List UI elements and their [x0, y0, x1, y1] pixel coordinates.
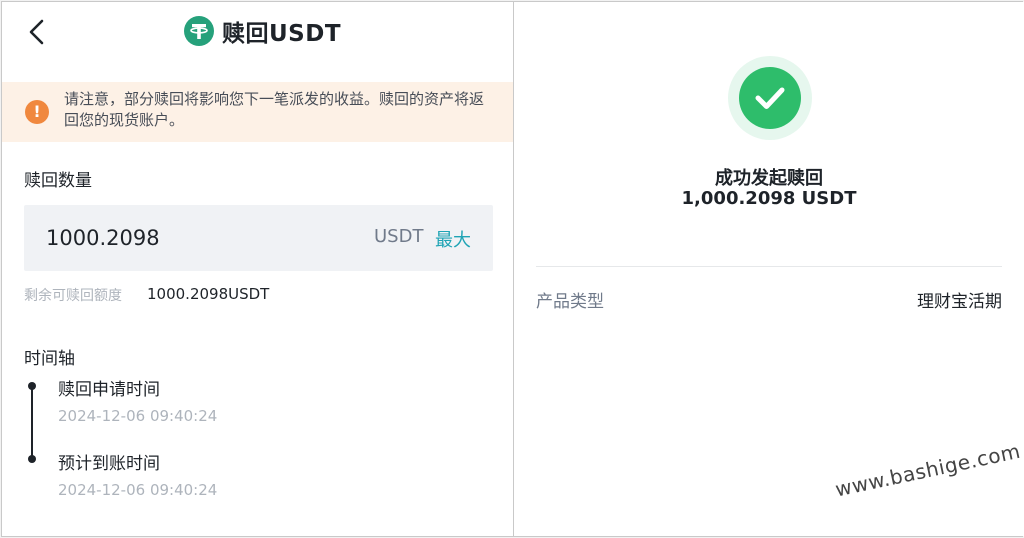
- notice-text: 请注意，部分赎回将影响您下一笔派发的收益。赎回的资产将返回您的现货账户。: [64, 90, 485, 129]
- timeline-item-title: 预计到账时间: [58, 454, 160, 474]
- timeline-line: [31, 386, 33, 458]
- back-arrow-icon[interactable]: [24, 18, 52, 46]
- redeem-panel: 赎回USDT ! 请注意，部分赎回将影响您下一笔派发的收益。赎回的资产将返回您的…: [2, 2, 513, 536]
- timeline-item-time: 2024-12-06 09:40:24: [58, 481, 218, 499]
- tether-logo-icon: [184, 16, 214, 46]
- timeline-item-title: 赎回申请时间: [58, 380, 160, 400]
- product-type-label: 产品类型: [536, 292, 604, 312]
- success-check-icon: [739, 67, 801, 129]
- timeline-dot: [28, 455, 36, 463]
- success-title: 成功发起赎回: [715, 168, 823, 189]
- remaining-label: 剩余可赎回额度: [24, 288, 122, 304]
- section-divider: [536, 266, 1002, 267]
- amount-label: 赎回数量: [24, 171, 92, 191]
- amount-input[interactable]: [46, 226, 306, 250]
- product-type-value: 理财宝活期: [917, 292, 1002, 312]
- success-amount: 1,000.2098 USDT: [681, 188, 857, 209]
- max-button[interactable]: 最大: [435, 226, 471, 252]
- amount-unit: USDT: [374, 226, 424, 247]
- warning-icon: !: [25, 100, 49, 124]
- screenshot-frame: 赎回USDT ! 请注意，部分赎回将影响您下一笔派发的收益。赎回的资产将返回您的…: [1, 1, 1024, 537]
- page-header: 赎回USDT: [184, 14, 341, 48]
- timeline-item-time: 2024-12-06 09:40:24: [58, 407, 218, 425]
- page-title: 赎回USDT: [222, 21, 342, 47]
- timeline-label: 时间轴: [24, 349, 75, 369]
- timeline-dot: [28, 382, 36, 390]
- remaining-value: 1000.2098USDT: [147, 285, 270, 303]
